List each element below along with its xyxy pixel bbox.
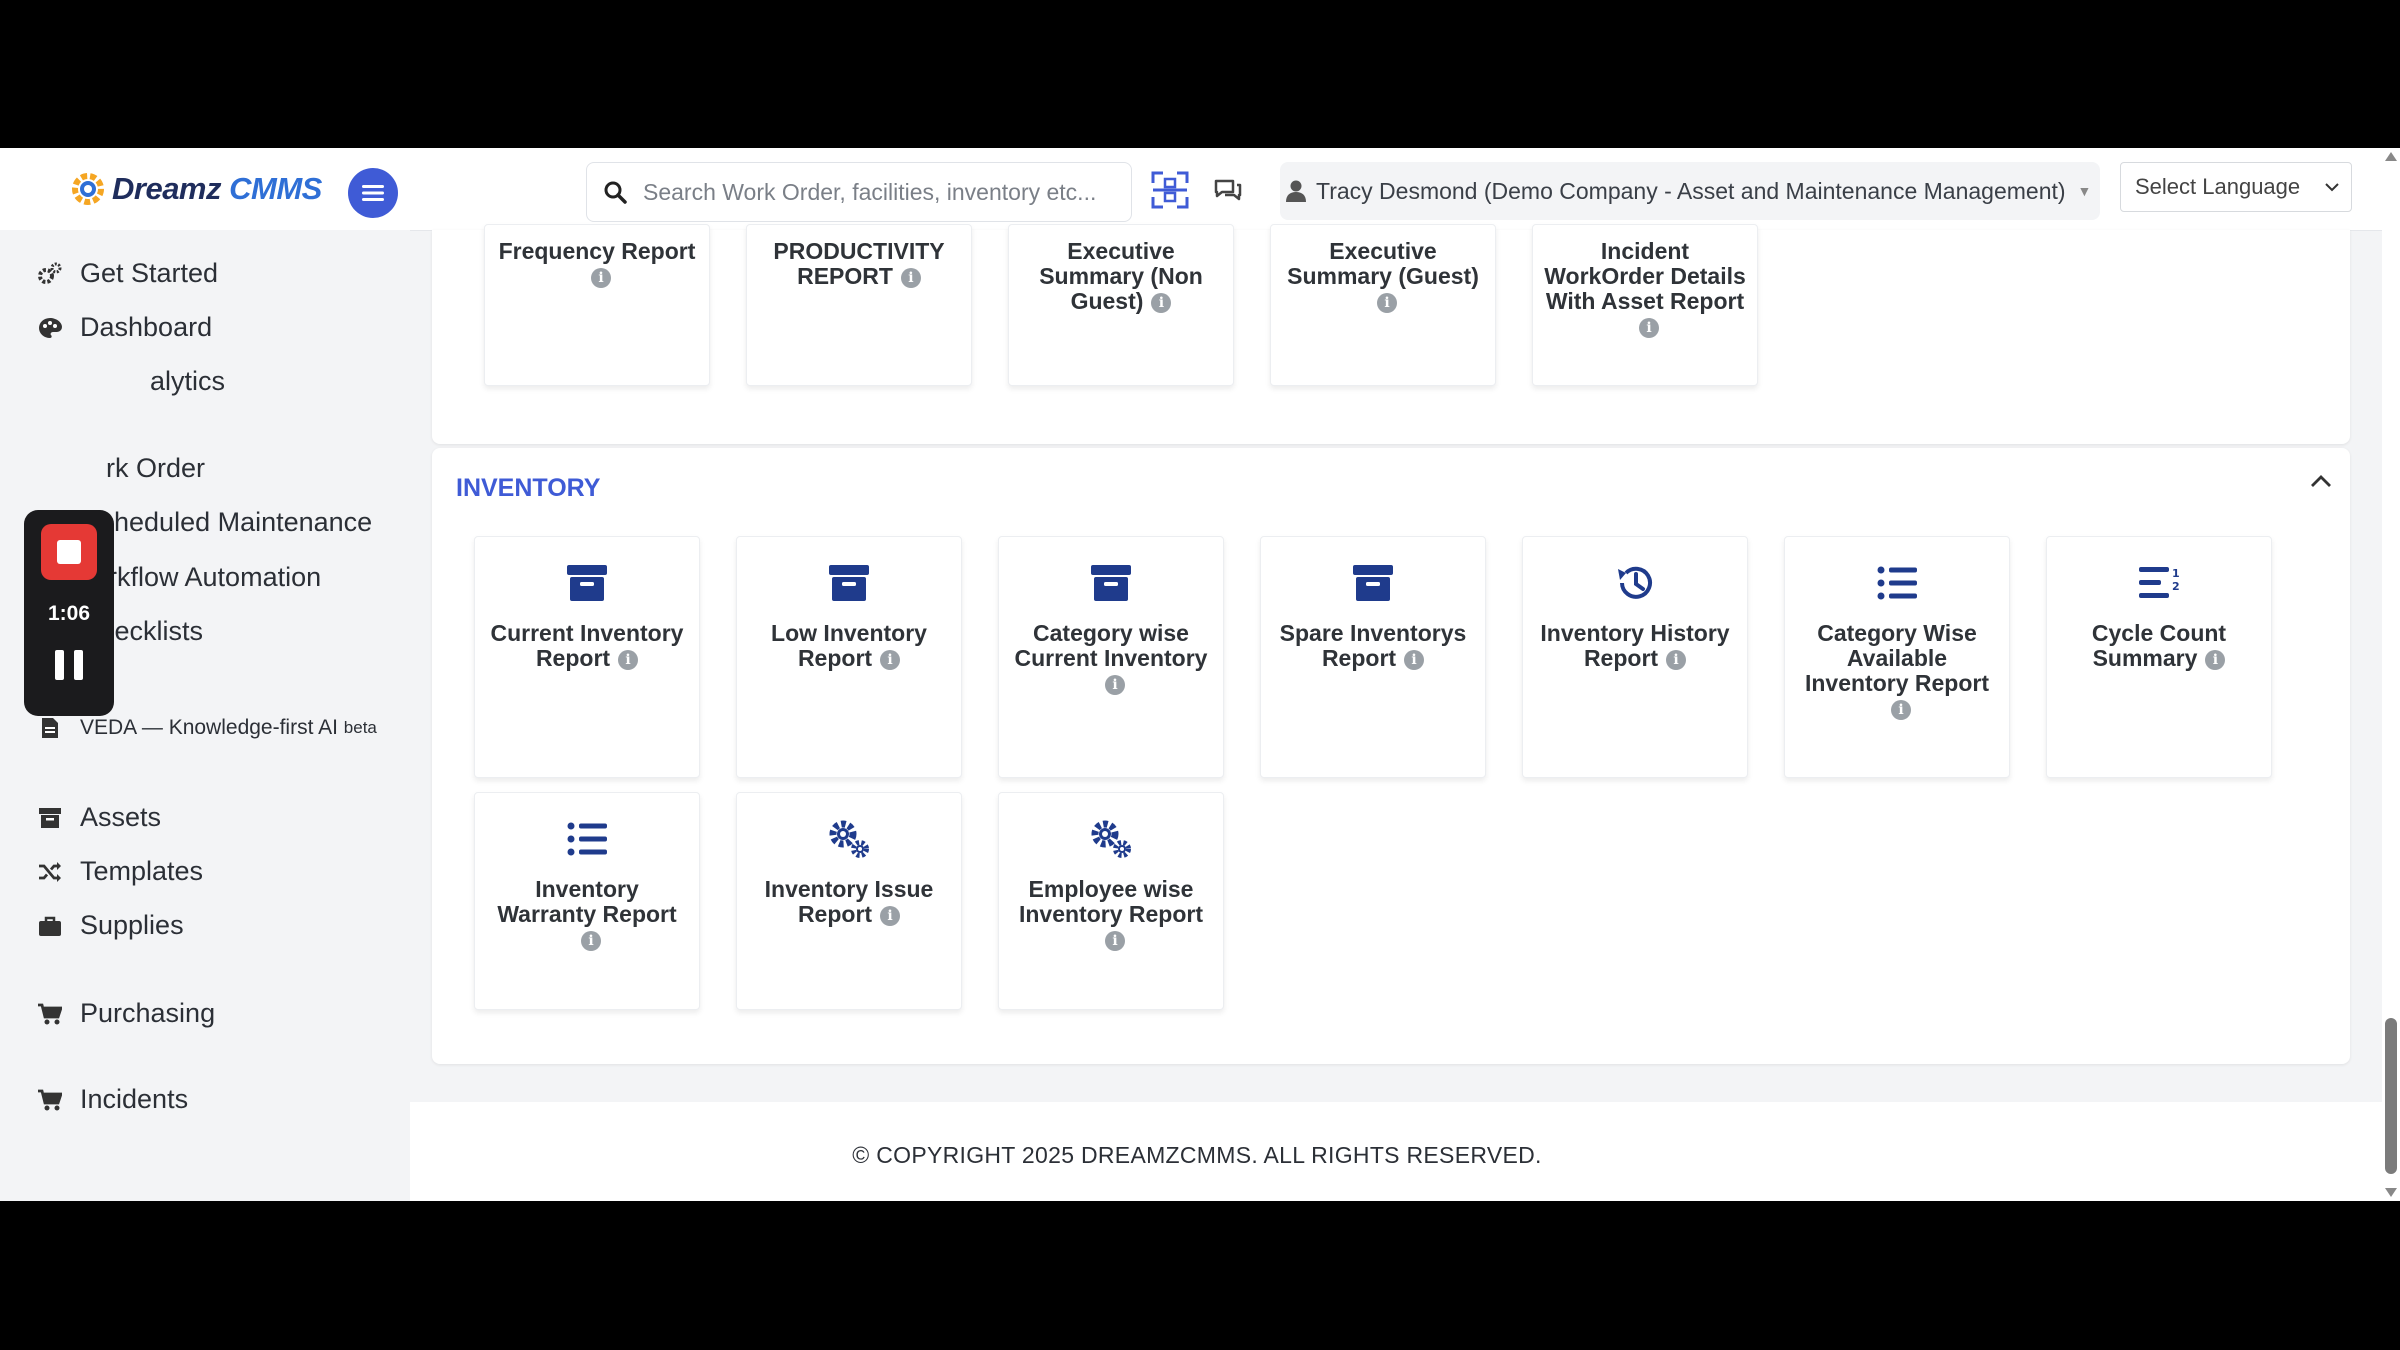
report-card[interactable]: Incident WorkOrder Details With Asset Re… [1532,224,1758,386]
archive-box-icon [1089,561,1133,605]
sidebar-item-scheduled-maintenance[interactable]: heduled Maintenance [114,507,372,538]
pause-recording-button[interactable] [55,650,83,680]
sidebar-item-purchasing[interactable]: Purchasing [36,998,215,1029]
report-card[interactable]: Executive Summary (Guest)i [1270,224,1496,386]
screen-recorder-widget: 1:06 [24,510,114,716]
user-icon [1286,180,1306,202]
info-icon[interactable]: i [1891,699,1911,720]
report-card-category-available-inventory[interactable]: Category Wise Available Inventory Report… [1784,536,2010,778]
info-icon[interactable]: i [880,649,901,670]
report-card-spare-inventorys[interactable]: Spare Inventorys Report i [1260,536,1486,778]
footer: © COPYRIGHT 2025 DREAMZCMMS. ALL RIGHTS … [410,1102,2382,1201]
user-menu[interactable]: Tracy Desmond (Demo Company - Asset and … [1280,162,2100,220]
report-card-current-inventory[interactable]: Current Inventory Report i [474,536,700,778]
user-name: Tracy Desmond (Demo Company - Asset and … [1316,177,2066,204]
main-content: Frequency Reporti PRODUCTIVITY REPORT i E… [410,224,2382,1201]
report-card-inventory-history[interactable]: Inventory History Report i [1522,536,1748,778]
page-scrollbar[interactable] [2382,148,2400,1201]
list-icon [565,817,609,861]
menu-toggle-button[interactable] [348,168,398,218]
logo-gear-icon [72,173,104,205]
info-icon[interactable]: i [581,930,601,951]
report-card-cycle-count-summary[interactable]: 12 Cycle Count Summary i [2046,536,2272,778]
sidebar-item-veda[interactable]: VEDA — Knowledge-first AI beta [36,714,377,742]
qr-scan-icon [1151,171,1189,209]
cogs-icon [1089,817,1133,861]
info-icon[interactable]: i [880,905,901,926]
sidebar-item-work-order[interactable]: rk Order [106,453,205,484]
report-card-employee-inventory[interactable]: Employee wise Inventory Reporti [998,792,1224,1010]
chevron-down-icon [2325,183,2339,192]
document-icon [36,714,64,742]
recording-timer: 1:06 [47,602,91,625]
language-select[interactable]: Select Language [2120,162,2352,212]
beta-badge: beta [343,718,377,737]
scroll-down-arrow-icon[interactable] [2385,1188,2397,1197]
sidebar-item-get-started[interactable]: Get Started [36,258,218,289]
archive-box-icon [565,561,609,605]
scrollbar-thumb[interactable] [2385,1018,2397,1174]
report-card[interactable]: Frequency Reporti [484,224,710,386]
reports-panel-previous: Frequency Reporti PRODUCTIVITY REPORT i E… [432,224,2350,444]
chat-icon [1214,179,1242,201]
scan-button[interactable] [1150,170,1190,210]
cogs-icon [827,817,871,861]
sidebar-item-supplies[interactable]: Supplies [36,910,184,941]
chevron-down-icon: ▼ [2077,183,2092,199]
info-icon[interactable]: i [1666,649,1687,670]
report-card[interactable]: Executive Summary (Non Guest) i [1008,224,1234,386]
info-icon[interactable]: i [591,267,611,288]
info-icon[interactable]: i [1639,317,1659,338]
top-header: Dreamz CMMS Search Work Order, facilitie… [0,148,2382,231]
list-icon [1875,561,1919,605]
hamburger-icon [362,185,384,201]
info-icon[interactable]: i [1377,292,1397,313]
info-icon[interactable]: i [900,267,921,288]
svg-text:1: 1 [2172,567,2179,580]
palette-icon [36,314,64,342]
sidebar-item-dashboard[interactable]: Dashboard [36,312,212,343]
info-icon[interactable]: i [1404,649,1425,670]
sidebar-item-incidents[interactable]: Incidents [36,1084,188,1115]
stop-icon [57,540,81,564]
gears-icon [36,260,64,288]
cart-icon [36,1086,64,1114]
sort-list-icon: 12 [2137,561,2181,605]
cart-icon [36,1000,64,1028]
search-icon [604,181,627,204]
info-icon[interactable]: i [2205,649,2226,670]
info-icon[interactable]: i [618,649,639,670]
archive-box-icon [827,561,871,605]
chevron-up-icon[interactable] [2310,474,2332,488]
pause-icon [55,650,64,680]
logo-text: Dreamz CMMS [112,171,322,206]
info-icon[interactable]: i [1105,674,1125,695]
report-card-low-inventory[interactable]: Low Inventory Report i [736,536,962,778]
sidebar-item-templates[interactable]: Templates [36,856,203,887]
report-card[interactable]: PRODUCTIVITY REPORT i [746,224,972,386]
search-box [586,162,1132,222]
scroll-up-arrow-icon[interactable] [2385,152,2397,161]
report-card-inventory-warranty[interactable]: Inventory Warranty Reporti [474,792,700,1010]
stop-recording-button[interactable] [41,524,97,580]
info-icon[interactable]: i [1151,292,1172,313]
briefcase-icon [36,912,64,940]
shuffle-icon [36,858,64,886]
info-icon[interactable]: i [1105,930,1125,951]
report-card-inventory-issue[interactable]: Inventory Issue Report i [736,792,962,1010]
svg-text:2: 2 [2172,580,2179,593]
chat-button[interactable] [1208,170,1248,210]
copyright-text: © COPYRIGHT 2025 DREAMZCMMS. ALL RIGHTS … [852,1142,1542,1168]
archive-box-icon [1351,561,1395,605]
archive-icon [36,804,64,832]
logo[interactable]: Dreamz CMMS [68,168,322,210]
inventory-panel: INVENTORY Current Inventory Report i Low … [432,448,2350,1064]
search-input[interactable] [641,177,1115,207]
section-title: INVENTORY [456,474,601,502]
sidebar-item-assets[interactable]: Assets [36,802,161,833]
history-icon [1613,561,1657,605]
app-window: Dreamz CMMS Search Work Order, facilitie… [0,148,2400,1201]
report-card-category-current-inventory[interactable]: Category wise Current Inventoryi [998,536,1224,778]
sidebar-item-analytics[interactable]: alytics [150,366,225,397]
